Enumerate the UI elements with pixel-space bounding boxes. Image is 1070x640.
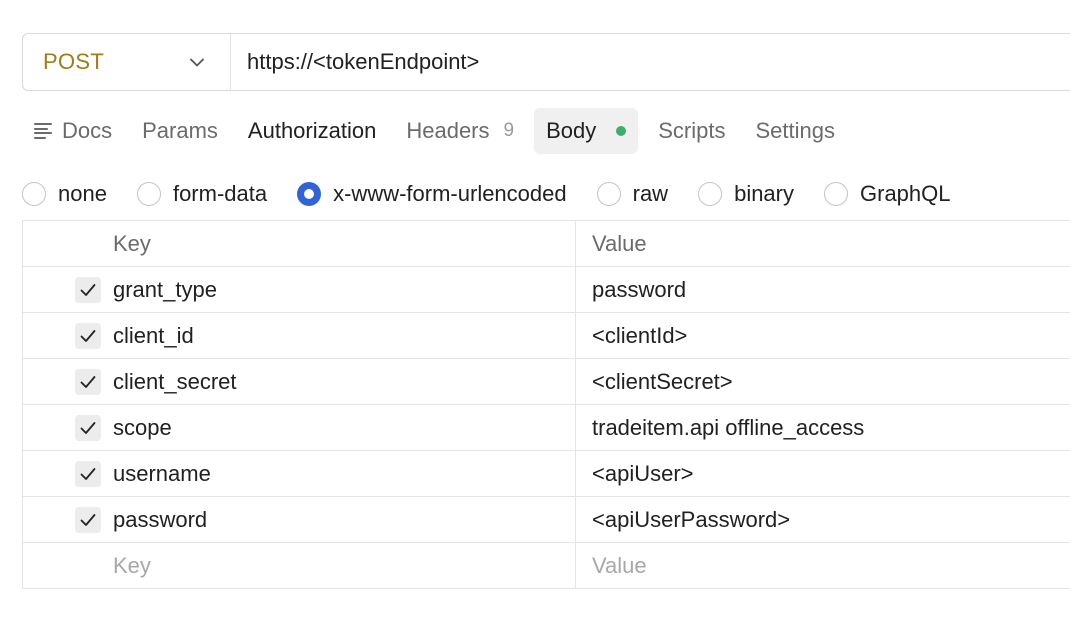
tab-scripts-label: Scripts bbox=[658, 118, 726, 143]
row-enabled-checkbox[interactable] bbox=[75, 276, 101, 303]
radio-unchecked-icon[interactable] bbox=[824, 182, 848, 206]
checkmark-icon bbox=[80, 467, 96, 480]
tab-params[interactable]: Params bbox=[130, 108, 230, 154]
tab-body[interactable]: Body bbox=[534, 108, 639, 154]
tab-headers-label: Headers bbox=[406, 118, 490, 143]
body-type-none[interactable]: none bbox=[22, 181, 107, 207]
request-tabs: Docs Params Authorization Headers 9 Body… bbox=[22, 108, 847, 154]
radio-unchecked-icon[interactable] bbox=[596, 182, 621, 206]
row-key[interactable]: grant_type bbox=[113, 267, 576, 312]
tab-authorization[interactable]: Authorization bbox=[236, 108, 388, 154]
row-value[interactable]: tradeitem.api offline_access bbox=[576, 405, 1070, 450]
body-type-raw[interactable]: raw bbox=[596, 181, 669, 207]
row-key[interactable]: client_id bbox=[113, 313, 576, 358]
body-type-graphql[interactable]: GraphQL bbox=[824, 181, 951, 207]
row-key[interactable]: client_secret bbox=[113, 359, 576, 404]
table-row: scope tradeitem.api offline_access bbox=[23, 405, 1070, 451]
docs-lines-icon bbox=[34, 123, 52, 139]
row-enabled-checkbox[interactable] bbox=[75, 368, 101, 395]
row-key[interactable]: password bbox=[113, 497, 576, 542]
tab-settings-label: Settings bbox=[755, 118, 835, 143]
row-value[interactable]: password bbox=[576, 267, 1070, 312]
body-type-label: none bbox=[58, 181, 107, 206]
headers-count-badge: 9 bbox=[503, 120, 515, 141]
checkmark-icon bbox=[80, 421, 96, 434]
request-url-bar: POST bbox=[22, 33, 1070, 91]
radio-checked-icon[interactable] bbox=[297, 182, 322, 206]
tab-body-label: Body bbox=[546, 118, 597, 143]
tab-authorization-label: Authorization bbox=[247, 118, 377, 143]
row-key[interactable]: username bbox=[113, 451, 576, 496]
row-enabled-checkbox[interactable] bbox=[75, 460, 101, 487]
key-column-header: Key bbox=[113, 221, 576, 266]
body-type-urlencoded[interactable]: x-www-form-urlencoded bbox=[297, 181, 567, 207]
checkmark-icon bbox=[80, 375, 96, 388]
table-row: username <apiUser> bbox=[23, 451, 1070, 497]
tab-params-label: Params bbox=[142, 118, 218, 143]
body-type-label: x-www-form-urlencoded bbox=[333, 181, 567, 206]
tab-headers[interactable]: Headers 9 bbox=[394, 108, 526, 154]
checkmark-icon bbox=[80, 283, 96, 296]
method-select[interactable]: POST bbox=[23, 34, 231, 90]
radio-unchecked-icon[interactable] bbox=[136, 182, 161, 206]
table-row: password <apiUserPassword> bbox=[23, 497, 1070, 543]
row-enabled-checkbox[interactable] bbox=[75, 414, 101, 441]
body-type-binary[interactable]: binary bbox=[698, 181, 794, 207]
body-type-label: raw bbox=[632, 181, 669, 206]
table-row: client_secret <clientSecret> bbox=[23, 359, 1070, 405]
row-value[interactable]: <clientId> bbox=[576, 313, 1070, 358]
body-type-form-data[interactable]: form-data bbox=[136, 181, 268, 207]
url-input[interactable] bbox=[247, 49, 1027, 75]
tab-docs[interactable]: Docs bbox=[22, 108, 124, 154]
row-enabled-checkbox[interactable] bbox=[75, 322, 101, 349]
params-table: Key Value grant_type password client_id … bbox=[22, 220, 1070, 589]
radio-unchecked-icon[interactable] bbox=[22, 182, 46, 206]
checkmark-icon bbox=[80, 513, 96, 526]
new-param-row: Key Value bbox=[23, 543, 1070, 589]
value-column-header: Value bbox=[592, 230, 647, 256]
row-enabled-checkbox[interactable] bbox=[75, 506, 101, 533]
row-key[interactable]: scope bbox=[113, 405, 576, 450]
table-header-row: Key Value bbox=[23, 221, 1070, 267]
body-type-label: form-data bbox=[172, 181, 268, 206]
tab-scripts[interactable]: Scripts bbox=[646, 108, 737, 154]
body-type-radio-group: none form-data x-www-form-urlencoded raw… bbox=[22, 176, 981, 212]
table-row: grant_type password bbox=[23, 267, 1070, 313]
checkmark-icon bbox=[80, 329, 96, 342]
new-value-input[interactable]: Value bbox=[576, 543, 1070, 588]
tab-docs-label: Docs bbox=[62, 118, 113, 143]
chevron-down-icon bbox=[188, 53, 206, 71]
body-status-dot-icon bbox=[616, 126, 627, 136]
body-type-label: binary bbox=[734, 181, 794, 206]
row-value[interactable]: <clientSecret> bbox=[576, 359, 1070, 404]
row-value[interactable]: <apiUserPassword> bbox=[576, 497, 1070, 542]
table-row: client_id <clientId> bbox=[23, 313, 1070, 359]
new-key-input[interactable]: Key bbox=[113, 543, 576, 588]
body-type-label: GraphQL bbox=[860, 181, 951, 206]
radio-unchecked-icon[interactable] bbox=[698, 182, 723, 206]
row-value[interactable]: <apiUser> bbox=[576, 451, 1070, 496]
tab-settings[interactable]: Settings bbox=[743, 108, 847, 154]
method-label: POST bbox=[43, 49, 105, 74]
